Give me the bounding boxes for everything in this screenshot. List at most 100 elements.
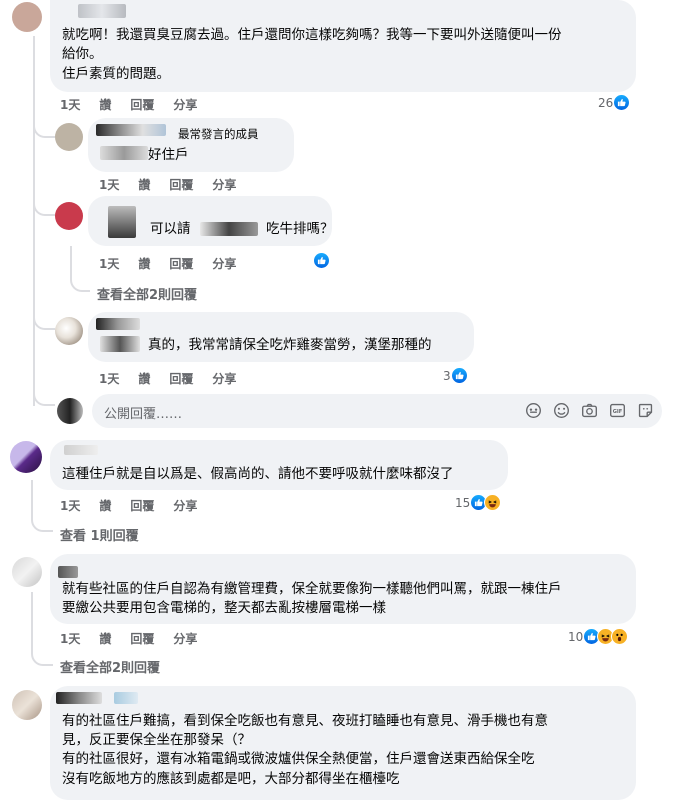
reply-link[interactable]: 回覆 (130, 630, 154, 647)
reaction-count: 26 (598, 95, 614, 110)
comment-bubble: 這種住戶就是自以爲是、假高尚的、請他不要呼吸就什麼味都沒了 (50, 440, 508, 490)
reply-bubble: 真的，我常常請保全吃炸雞麥當勞，漢堡那種的 (88, 312, 474, 362)
reaction-summary[interactable]: 3 (443, 367, 468, 384)
thread-connector (33, 196, 55, 216)
thread-connector (31, 508, 53, 532)
share-link[interactable]: 分享 (173, 497, 197, 514)
comment-text: 這種住戶就是自以爲是、假高尚的、請他不要呼吸就什麼味都沒了 (62, 466, 454, 482)
share-link[interactable]: 分享 (212, 370, 236, 387)
redacted-name (108, 206, 136, 238)
avatar[interactable] (12, 557, 42, 587)
avatar-sticker-icon[interactable] (525, 402, 542, 419)
view-more-replies[interactable]: 查看全部2則回覆 (97, 284, 197, 303)
timestamp[interactable]: 1天 (60, 96, 80, 113)
reaction-count: 15 (455, 495, 471, 510)
reply-text: 真的，我常常請保全吃炸雞麥當勞，漢堡那種的 (148, 337, 432, 353)
gif-icon[interactable]: GIF (609, 402, 626, 419)
thread-connector (33, 118, 55, 138)
redacted-name (114, 692, 138, 704)
timestamp[interactable]: 1天 (60, 630, 80, 647)
comment-bubble: 就有些社區的住戶自認為有繳管理費，保全就要像狗一樣聽他們叫罵，就跟一棟住戶 要繳… (50, 554, 636, 624)
comment-text: 見，反正要保全坐在那發呆（？ (62, 732, 251, 748)
reply-link[interactable]: 回覆 (169, 176, 193, 193)
avatar[interactable] (55, 202, 83, 230)
avatar[interactable] (10, 441, 42, 473)
thread-connector (33, 310, 55, 330)
timestamp[interactable]: 1天 (99, 370, 119, 387)
view-more-replies[interactable]: 查看 1則回覆 (60, 525, 139, 544)
reply-link[interactable]: 回覆 (169, 370, 193, 387)
like-link[interactable]: 讚 (99, 497, 111, 514)
wow-icon (611, 628, 629, 645)
share-link[interactable]: 分享 (212, 176, 236, 193)
reply-link[interactable]: 回覆 (169, 255, 193, 272)
comment-actions: 1天 讚 回覆 分享 (60, 497, 216, 514)
reaction-summary[interactable]: 26 (598, 94, 631, 111)
like-link[interactable]: 讚 (138, 370, 150, 387)
thumbs-up-icon (613, 94, 631, 111)
thumbs-up-icon (450, 367, 468, 384)
like-link[interactable]: 讚 (138, 176, 150, 193)
thread-connector (33, 390, 55, 406)
view-more-replies[interactable]: 查看全部2則回覆 (60, 657, 160, 676)
like-link[interactable]: 讚 (99, 96, 111, 113)
reply-bubble: 最常發言的成員 好住戶 (88, 118, 294, 172)
comment-text: 有的社區很好，還有冰箱電鍋或微波爐供保全熱便當，住戶還會送東西給保全吃 (62, 751, 535, 767)
thread-connector (31, 640, 53, 666)
sticker-icon[interactable] (637, 402, 654, 419)
svg-text:GIF: GIF (613, 409, 623, 415)
thread-line (33, 36, 35, 406)
avatar[interactable] (55, 317, 83, 345)
redacted-name (64, 445, 98, 455)
like-link[interactable]: 讚 (138, 255, 150, 272)
redacted-name (56, 692, 102, 704)
emoji-icon[interactable] (553, 402, 570, 419)
thumbs-up-icon (313, 252, 330, 269)
reply-input[interactable]: 公開回覆…… (104, 403, 182, 422)
comment-text: 要繳公共要用包含電梯的，整天都去亂按樓層電梯一樣 (62, 600, 386, 616)
reaction-summary[interactable]: 10 (568, 628, 629, 645)
reply-text: 好住戶 (148, 147, 189, 163)
reaction-count: 10 (568, 629, 584, 644)
redacted-name (200, 222, 258, 236)
reply-input-box[interactable]: 公開回覆…… GIF (92, 394, 662, 428)
thread-connector (70, 246, 90, 292)
timestamp[interactable]: 1天 (99, 255, 119, 272)
thread-line (31, 480, 33, 510)
share-link[interactable]: 分享 (173, 96, 197, 113)
timestamp[interactable]: 1天 (60, 497, 80, 514)
comment-actions: 1天 讚 回覆 分享 (60, 630, 216, 647)
avatar[interactable] (12, 690, 42, 720)
share-link[interactable]: 分享 (173, 630, 197, 647)
reply-text: 吃牛排嗎？ (266, 221, 334, 237)
reaction-summary[interactable] (313, 252, 330, 269)
reply-link[interactable]: 回覆 (130, 497, 154, 514)
comment-actions: 1天 讚 回覆 分享 (60, 96, 216, 113)
redacted-name (58, 566, 78, 578)
timestamp[interactable]: 1天 (99, 176, 119, 193)
avatar[interactable] (55, 123, 83, 151)
like-link[interactable]: 讚 (99, 630, 111, 647)
thread-line (31, 592, 33, 642)
redacted-name (96, 124, 166, 136)
redacted-name (100, 146, 148, 160)
avatar[interactable] (12, 2, 42, 32)
comment-text: 有的社區住戶難搞，看到保全吃飯也有意見、夜班打瞌睡也有意見、滑手機也有意 (62, 713, 548, 729)
comment-bubble: 就吃啊！我還買臭豆腐去過。住戶還問你這樣吃夠嗎？我等一下要叫外送隨便叫一份 給你… (50, 0, 636, 92)
avatar (57, 398, 83, 424)
reaction-summary[interactable]: 15 (455, 494, 502, 511)
reply-link[interactable]: 回覆 (130, 96, 154, 113)
comment-text: 就吃啊！我還買臭豆腐去過。住戶還問你這樣吃夠嗎？我等一下要叫外送隨便叫一份 (62, 27, 562, 43)
reply-actions: 1天 讚 回覆 分享 (99, 255, 255, 272)
comment-bubble: 有的社區住戶難搞，看到保全吃飯也有意見、夜班打瞌睡也有意見、滑手機也有意 見，反… (50, 686, 636, 800)
redacted-name (96, 318, 140, 330)
redacted-name (78, 4, 126, 18)
share-link[interactable]: 分享 (212, 255, 236, 272)
redacted-name (100, 336, 140, 352)
camera-icon[interactable] (581, 402, 598, 419)
reaction-count: 3 (443, 368, 451, 383)
reply-actions: 1天 讚 回覆 分享 (99, 176, 255, 193)
reply-actions: 1天 讚 回覆 分享 (99, 370, 255, 387)
member-badge: 最常發言的成員 (178, 127, 259, 141)
comment-text: 沒有吃飯地方的應該到處都是吧，大部分都得坐在櫃檯吃 (62, 771, 400, 787)
